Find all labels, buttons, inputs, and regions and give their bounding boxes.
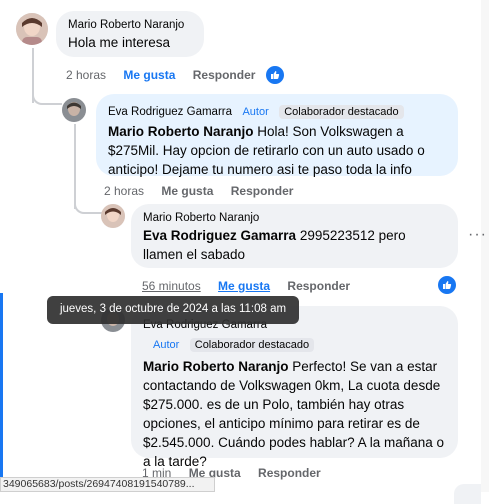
comment-author[interactable]: Eva Rodriguez Gamarra <box>108 106 232 118</box>
top-contributor-badge: Colaborador destacado <box>189 338 315 352</box>
page-scrollbar[interactable] <box>481 0 489 492</box>
comment-actions: 2 horas Me gusta Responder <box>104 184 307 198</box>
comment-bubble: Eva Rodriguez Gamarra Autor Colaborador … <box>131 306 458 469</box>
mention-link[interactable]: Mario Roberto Naranjo <box>108 124 254 139</box>
thread-line <box>74 200 102 214</box>
user-photo-icon <box>62 98 86 122</box>
user-photo-icon <box>101 204 125 228</box>
avatar[interactable] <box>16 13 48 45</box>
author-tag: Autor <box>153 339 180 351</box>
reply-button[interactable]: Responder <box>258 466 321 480</box>
mention-link[interactable]: Eva Rodriguez Gamarra <box>143 228 296 243</box>
like-button[interactable]: Me gusta <box>218 279 270 293</box>
comment-bubble: Eva Rodriguez Gamarra Autor Colaborador … <box>96 94 458 177</box>
reply-button[interactable]: Responder <box>193 68 256 82</box>
thread-line <box>74 124 76 209</box>
comment-time[interactable]: 2 horas <box>104 184 144 198</box>
thread-line <box>32 90 62 105</box>
comment-bubble: Mario Roberto Naranjo Eva Rodriguez Gama… <box>131 204 458 268</box>
avatar[interactable] <box>101 204 125 228</box>
comment-text: Mario Roberto Naranjo Hola! Son Volkswag… <box>108 124 425 177</box>
comment-time[interactable]: 2 horas <box>66 68 106 82</box>
comment-text: Mario Roberto Naranjo Perfecto! Se van a… <box>143 359 444 469</box>
comment-actions: 56 minutos Me gusta Responder <box>142 279 364 293</box>
timestamp-tooltip: jueves, 3 de octubre de 2024 a las 11:08… <box>47 296 299 324</box>
comment-bubble: Mario Roberto Naranjo Hola me interesa <box>56 11 204 57</box>
like-button[interactable]: Me gusta <box>123 68 175 82</box>
reply-button[interactable]: Responder <box>287 279 350 293</box>
focus-indicator <box>0 293 3 483</box>
comment-bubble <box>454 484 481 504</box>
user-photo-icon <box>16 13 48 45</box>
comment-actions: 2 horas Me gusta Responder <box>66 68 269 82</box>
comment-text: Eva Rodriguez Gamarra 2995223512 pero ll… <box>143 228 406 262</box>
status-bar-url: 349065683/posts/26947408191540789... <box>0 477 215 492</box>
comment-time[interactable]: 56 minutos <box>142 279 201 293</box>
like-reaction-icon[interactable] <box>264 64 286 86</box>
reply-button[interactable]: Responder <box>231 184 294 198</box>
more-options-icon[interactable]: ··· <box>468 226 487 244</box>
comment-author[interactable]: Mario Roberto Naranjo <box>143 212 446 224</box>
avatar[interactable] <box>62 98 86 122</box>
top-contributor-badge: Colaborador destacado <box>279 105 404 119</box>
comment-author[interactable]: Mario Roberto Naranjo <box>68 19 192 31</box>
comment-text: Hola me interesa <box>68 35 171 50</box>
like-button[interactable]: Me gusta <box>161 184 213 198</box>
mention-link[interactable]: Mario Roberto Naranjo <box>143 359 289 374</box>
like-reaction-icon[interactable] <box>436 274 458 296</box>
author-tag: Autor <box>242 106 269 118</box>
